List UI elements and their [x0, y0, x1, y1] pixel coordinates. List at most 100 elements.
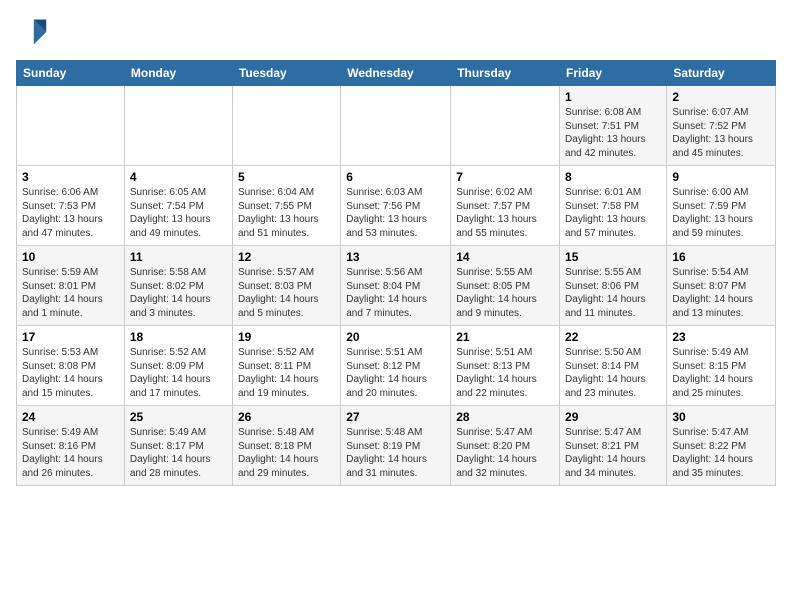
day-info: Sunrise: 5:59 AMSunset: 8:01 PMDaylight:…: [22, 266, 119, 320]
calendar-cell: 5Sunrise: 6:04 AMSunset: 7:55 PMDaylight…: [232, 166, 340, 246]
calendar-cell: 2 Sunrise: 6:07 AMSunset: 7:52 PMDaylight…: [667, 86, 776, 166]
calendar-cell: 20Sunrise: 5:51 AMSunset: 8:12 PMDayligh…: [341, 326, 451, 406]
day-info: Sunrise: 6:05 AMSunset: 7:54 PMDaylight:…: [130, 186, 227, 240]
day-number: 28: [456, 410, 554, 424]
day-info: Sunrise: 5:53 AMSunset: 8:08 PMDaylight:…: [22, 346, 119, 400]
calendar-cell: 4 Sunrise: 6:05 AMSunset: 7:54 PMDaylight…: [124, 166, 232, 246]
day-number: 14: [456, 250, 554, 264]
weekday-header: Saturday: [667, 61, 776, 86]
day-number: 11: [130, 250, 227, 264]
day-number: 26: [238, 410, 335, 424]
calendar-cell: 1Sunrise: 6:08 AMSunset: 7:51 PMDaylight…: [560, 86, 667, 166]
calendar-table: SundayMondayTuesdayWednesdayThursdayFrid…: [16, 60, 776, 486]
day-info: Sunrise: 5:49 AMSunset: 8:15 PMDaylight:…: [672, 346, 770, 400]
day-number: 17: [22, 330, 119, 344]
calendar-cell: 28 Sunrise: 5:47 AMSunset: 8:20 PMDayligh…: [451, 406, 560, 486]
calendar-week-row: 1Sunrise: 6:08 AMSunset: 7:51 PMDaylight…: [17, 86, 776, 166]
calendar-cell: 29 Sunrise: 5:47 AMSunset: 8:21 PMDayligh…: [560, 406, 667, 486]
calendar-cell: 13 Sunrise: 5:56 AMSunset: 8:04 PMDayligh…: [341, 246, 451, 326]
calendar-cell: [124, 86, 232, 166]
calendar-week-row: 24Sunrise: 5:49 AMSunset: 8:16 PMDayligh…: [17, 406, 776, 486]
day-number: 16: [672, 250, 770, 264]
calendar-cell: 21 Sunrise: 5:51 AMSunset: 8:13 PMDayligh…: [451, 326, 560, 406]
page-header: [16, 16, 776, 48]
day-number: 13: [346, 250, 445, 264]
day-number: 9: [672, 170, 770, 184]
calendar-cell: 3 Sunrise: 6:06 AMSunset: 7:53 PMDaylight…: [17, 166, 125, 246]
day-number: 5: [238, 170, 335, 184]
day-info: Sunrise: 5:48 AMSunset: 8:18 PMDaylight:…: [238, 426, 335, 480]
calendar-week-row: 3 Sunrise: 6:06 AMSunset: 7:53 PMDaylight…: [17, 166, 776, 246]
logo-icon: [16, 16, 48, 48]
day-info: Sunrise: 5:52 AMSunset: 8:09 PMDaylight:…: [130, 346, 227, 400]
weekday-header: Friday: [560, 61, 667, 86]
day-info: Sunrise: 6:03 AMSunset: 7:56 PMDaylight:…: [346, 186, 445, 240]
day-number: 21: [456, 330, 554, 344]
day-number: 10: [22, 250, 119, 264]
weekday-header-row: SundayMondayTuesdayWednesdayThursdayFrid…: [17, 61, 776, 86]
day-info: Sunrise: 5:54 AMSunset: 8:07 PMDaylight:…: [672, 266, 770, 320]
day-info: Sunrise: 5:55 AMSunset: 8:06 PMDaylight:…: [565, 266, 661, 320]
day-number: 30: [672, 410, 770, 424]
day-info: Sunrise: 5:56 AMSunset: 8:04 PMDaylight:…: [346, 266, 445, 320]
day-info: Sunrise: 5:47 AMSunset: 8:20 PMDaylight:…: [456, 426, 554, 480]
calendar-cell: 9 Sunrise: 6:00 AMSunset: 7:59 PMDaylight…: [667, 166, 776, 246]
day-info: Sunrise: 6:07 AMSunset: 7:52 PMDaylight:…: [672, 106, 770, 160]
calendar-cell: 30 Sunrise: 5:47 AMSunset: 8:22 PMDayligh…: [667, 406, 776, 486]
day-info: Sunrise: 5:55 AMSunset: 8:05 PMDaylight:…: [456, 266, 554, 320]
day-info: Sunrise: 5:51 AMSunset: 8:13 PMDaylight:…: [456, 346, 554, 400]
calendar-cell: 17 Sunrise: 5:53 AMSunset: 8:08 PMDayligh…: [17, 326, 125, 406]
calendar-cell: 14 Sunrise: 5:55 AMSunset: 8:05 PMDayligh…: [451, 246, 560, 326]
day-number: 29: [565, 410, 661, 424]
calendar-cell: 24Sunrise: 5:49 AMSunset: 8:16 PMDayligh…: [17, 406, 125, 486]
calendar-cell: 23Sunrise: 5:49 AMSunset: 8:15 PMDayligh…: [667, 326, 776, 406]
day-number: 22: [565, 330, 661, 344]
day-info: Sunrise: 6:00 AMSunset: 7:59 PMDaylight:…: [672, 186, 770, 240]
calendar-cell: 11 Sunrise: 5:58 AMSunset: 8:02 PMDayligh…: [124, 246, 232, 326]
calendar-cell: 15Sunrise: 5:55 AMSunset: 8:06 PMDayligh…: [560, 246, 667, 326]
calendar-week-row: 10 Sunrise: 5:59 AMSunset: 8:01 PMDayligh…: [17, 246, 776, 326]
calendar-cell: 10 Sunrise: 5:59 AMSunset: 8:01 PMDayligh…: [17, 246, 125, 326]
day-info: Sunrise: 5:58 AMSunset: 8:02 PMDaylight:…: [130, 266, 227, 320]
calendar-week-row: 17 Sunrise: 5:53 AMSunset: 8:08 PMDayligh…: [17, 326, 776, 406]
day-number: 3: [22, 170, 119, 184]
logo: [16, 16, 52, 48]
day-info: Sunrise: 6:02 AMSunset: 7:57 PMDaylight:…: [456, 186, 554, 240]
day-number: 4: [130, 170, 227, 184]
day-info: Sunrise: 6:06 AMSunset: 7:53 PMDaylight:…: [22, 186, 119, 240]
day-info: Sunrise: 5:47 AMSunset: 8:22 PMDaylight:…: [672, 426, 770, 480]
calendar-cell: 26 Sunrise: 5:48 AMSunset: 8:18 PMDayligh…: [232, 406, 340, 486]
weekday-header: Thursday: [451, 61, 560, 86]
day-number: 1: [565, 90, 661, 104]
calendar-cell: [17, 86, 125, 166]
calendar-cell: 16 Sunrise: 5:54 AMSunset: 8:07 PMDayligh…: [667, 246, 776, 326]
day-info: Sunrise: 5:52 AMSunset: 8:11 PMDaylight:…: [238, 346, 335, 400]
day-number: 6: [346, 170, 445, 184]
calendar-cell: 12Sunrise: 5:57 AMSunset: 8:03 PMDayligh…: [232, 246, 340, 326]
day-info: Sunrise: 5:47 AMSunset: 8:21 PMDaylight:…: [565, 426, 661, 480]
weekday-header: Sunday: [17, 61, 125, 86]
calendar-cell: 25 Sunrise: 5:49 AMSunset: 8:17 PMDayligh…: [124, 406, 232, 486]
day-number: 18: [130, 330, 227, 344]
day-info: Sunrise: 5:48 AMSunset: 8:19 PMDaylight:…: [346, 426, 445, 480]
day-number: 12: [238, 250, 335, 264]
day-number: 25: [130, 410, 227, 424]
day-info: Sunrise: 5:49 AMSunset: 8:16 PMDaylight:…: [22, 426, 119, 480]
day-number: 19: [238, 330, 335, 344]
day-number: 20: [346, 330, 445, 344]
calendar-cell: [232, 86, 340, 166]
calendar-cell: 19 Sunrise: 5:52 AMSunset: 8:11 PMDayligh…: [232, 326, 340, 406]
calendar-cell: 18 Sunrise: 5:52 AMSunset: 8:09 PMDayligh…: [124, 326, 232, 406]
day-info: Sunrise: 5:49 AMSunset: 8:17 PMDaylight:…: [130, 426, 227, 480]
calendar-cell: 8 Sunrise: 6:01 AMSunset: 7:58 PMDaylight…: [560, 166, 667, 246]
weekday-header: Wednesday: [341, 61, 451, 86]
calendar-cell: 27 Sunrise: 5:48 AMSunset: 8:19 PMDayligh…: [341, 406, 451, 486]
day-number: 2: [672, 90, 770, 104]
calendar-cell: [451, 86, 560, 166]
weekday-header: Tuesday: [232, 61, 340, 86]
day-info: Sunrise: 6:01 AMSunset: 7:58 PMDaylight:…: [565, 186, 661, 240]
day-number: 27: [346, 410, 445, 424]
day-number: 8: [565, 170, 661, 184]
calendar-cell: 22Sunrise: 5:50 AMSunset: 8:14 PMDayligh…: [560, 326, 667, 406]
calendar-cell: [341, 86, 451, 166]
